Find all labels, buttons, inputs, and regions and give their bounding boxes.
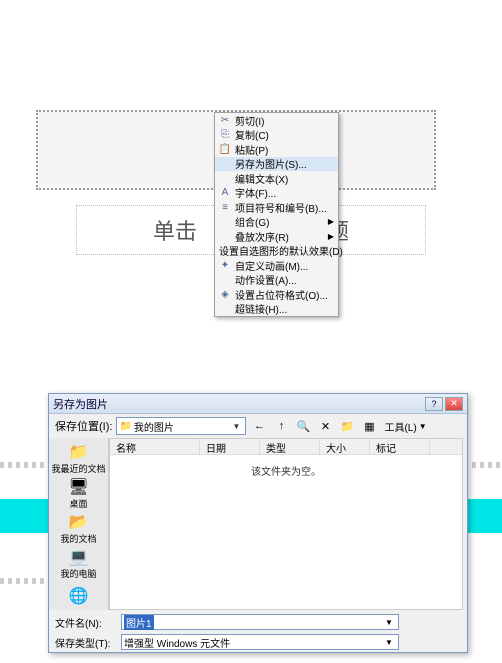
place-label: 我的文档 [60,532,96,545]
menu-item[interactable]: 编辑文本(X) [215,171,338,186]
menu-label: 设置占位符格式(O)... [233,287,334,302]
subtitle-text-left: 单击 [153,214,197,246]
menu-icon [217,215,233,229]
location-value: 我的图片 [132,419,230,434]
menu-label: 字体(F)... [233,185,334,200]
place-icon: 📂 [69,512,89,532]
menu-label: 组合(G) [233,214,328,229]
background-accent [0,499,48,533]
dialog-title-text: 另存为图片 [53,396,425,412]
menu-item[interactable]: A字体(F)... [215,186,338,201]
place-icon: 💻 [69,547,89,567]
menu-icon: ≡ [217,200,233,214]
chevron-down-icon: ▼ [419,422,427,431]
save-in-label: 保存位置(I): [55,418,112,434]
menu-icon [217,302,233,316]
menu-label: 粘贴(P) [233,142,334,157]
context-menu: ✂剪切(I)⎘复制(C)📋粘贴(P)另存为图片(S)...编辑文本(X)A字体(… [214,112,339,317]
filename-input[interactable]: 图片1 ▼ [121,614,399,630]
back-button[interactable]: ← [250,417,268,435]
search-button[interactable]: 🔍 [294,417,312,435]
folder-icon: 📁 [119,421,131,432]
place-item[interactable]: 🌐 [51,582,107,610]
help-button[interactable]: ? [425,397,443,411]
menu-icon [217,229,233,243]
menu-item[interactable]: 另存为图片(S)... [215,157,338,172]
menu-icon [217,171,233,185]
menu-item[interactable]: ✂剪切(I) [215,113,338,128]
place-item[interactable]: 💻我的电脑 [51,547,107,580]
place-label: 桌面 [69,497,87,510]
save-as-picture-dialog: 另存为图片 ? ✕ 保存位置(I): 📁 我的图片 ▼ ← ↑ 🔍 ✕ 📁 ▦ … [48,393,468,653]
place-label: 我最近的文档 [51,462,105,475]
background-accent [468,499,502,533]
places-bar: 📁我最近的文档🖥桌面📂我的文档💻我的电脑🌐 [49,438,109,610]
place-icon: 📁 [69,442,89,462]
menu-label: 超链接(H)... [233,301,334,316]
menu-item[interactable]: ◈设置占位符格式(O)... [215,287,338,302]
chevron-down-icon: ▼ [382,638,396,647]
menu-icon [217,157,233,171]
place-icon: 🖥 [68,477,88,497]
menu-item[interactable]: ⎘复制(C) [215,128,338,143]
menu-item[interactable]: 超链接(H)... [215,302,338,317]
location-combo[interactable]: 📁 我的图片 ▼ [116,417,246,435]
menu-label: 项目符号和编号(B)... [233,200,334,215]
list-header: 名称日期类型大小标记 [110,439,462,455]
dialog-titlebar[interactable]: 另存为图片 ? ✕ [49,394,467,414]
menu-label: 设置自选图形的默认效果(D) [217,243,343,258]
dialog-toolbar: 保存位置(I): 📁 我的图片 ▼ ← ↑ 🔍 ✕ 📁 ▦ 工具(L) ▼ [49,414,467,438]
new-folder-button[interactable]: 📁 [338,417,356,435]
views-button[interactable]: ▦ [360,417,378,435]
filename-label: 文件名(N): [55,615,117,630]
column-header[interactable]: 类型 [260,439,320,454]
empty-folder-text: 该文件夹为空。 [110,455,462,609]
menu-label: 动作设置(A)... [233,272,334,287]
tools-menu[interactable]: 工具(L) ▼ [382,419,428,434]
column-header[interactable]: 标记 [370,439,430,454]
filetype-combo[interactable]: 增强型 Windows 元文件 ▼ [121,634,399,650]
place-item[interactable]: 📁我最近的文档 [51,442,107,475]
menu-label: 编辑文本(X) [233,171,334,186]
menu-label: 叠放次序(R) [233,229,328,244]
menu-label: 自定义动画(M)... [233,258,334,273]
menu-icon: ✦ [217,258,233,272]
place-icon: 🌐 [69,586,89,606]
file-list[interactable]: 名称日期类型大小标记 该文件夹为空。 [109,438,463,610]
menu-label: 剪切(I) [233,113,334,128]
menu-label: 另存为图片(S)... [233,156,334,171]
menu-item[interactable]: 组合(G)▶ [215,215,338,230]
menu-item[interactable]: ≡项目符号和编号(B)... [215,200,338,215]
column-header[interactable]: 名称 [110,439,200,454]
place-item[interactable]: 🖥桌面 [51,477,107,510]
menu-item[interactable]: 动作设置(A)... [215,273,338,288]
menu-label: 复制(C) [233,127,334,142]
menu-icon: ⎘ [217,128,233,142]
chevron-down-icon: ▼ [382,618,396,627]
menu-icon: 📋 [217,142,233,156]
menu-item[interactable]: 设置自选图形的默认效果(D) [215,244,338,259]
menu-icon [217,273,233,287]
close-button[interactable]: ✕ [445,397,463,411]
submenu-arrow-icon: ▶ [328,217,334,226]
menu-icon: A [217,186,233,200]
menu-item[interactable]: 📋粘贴(P) [215,142,338,157]
place-item[interactable]: 📂我的文档 [51,512,107,545]
delete-button[interactable]: ✕ [316,417,334,435]
menu-item[interactable]: 叠放次序(R)▶ [215,229,338,244]
background-stripe [0,578,44,584]
chevron-down-icon: ▼ [229,422,243,431]
dialog-bottom: 文件名(N): 图片1 ▼ 保存类型(T): 增强型 Windows 元文件 ▼ [49,610,467,654]
submenu-arrow-icon: ▶ [328,232,334,241]
place-label: 我的电脑 [60,567,96,580]
column-header[interactable]: 日期 [200,439,260,454]
menu-icon: ◈ [217,287,233,301]
filetype-label: 保存类型(T): [55,635,117,650]
up-button[interactable]: ↑ [272,417,290,435]
menu-item[interactable]: ✦自定义动画(M)... [215,258,338,273]
menu-icon: ✂ [217,113,233,127]
column-header[interactable]: 大小 [320,439,370,454]
